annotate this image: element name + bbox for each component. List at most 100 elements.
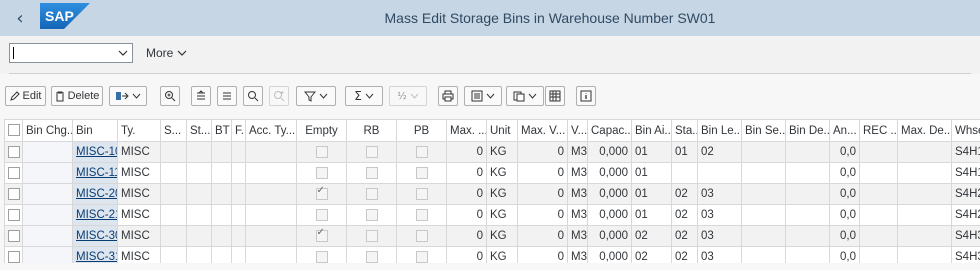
sort-descending-icon [223,92,231,100]
bin-depth-cell [785,183,830,205]
bin-section-cell [741,141,786,163]
column-header[interactable]: An... [829,119,860,142]
sort-ascending-button[interactable] [191,86,211,106]
column-header[interactable]: Bin Chg... [22,119,73,142]
unit-cell: KG [486,162,518,184]
subtotal-menu-button[interactable]: ½ [389,86,427,106]
row-select-checkbox[interactable] [4,162,23,184]
bin-link-text[interactable]: MISC-11 [76,167,117,179]
column-header[interactable]: Empty [296,119,347,142]
checkbox[interactable] [7,250,20,263]
bin-link[interactable]: MISC-21 [72,204,118,226]
warehouse-zone-cell: S4H3 [951,246,980,263]
row-select-checkbox[interactable] [4,246,23,263]
bin-link-text[interactable]: MISC-20 [76,188,117,200]
row-select-checkbox[interactable] [4,141,23,163]
bin-link[interactable]: MISC-10 [72,141,118,163]
column-header[interactable]: BT [211,119,232,142]
max-weight-cell: 0 [446,246,487,263]
bin-section-cell [741,162,786,184]
column-header[interactable]: PB [396,119,447,142]
edit-button[interactable]: Edit [5,86,46,106]
an-cell: 0,0 [829,162,860,184]
table-row[interactable]: MISC-10MISC0KG0M30,0000101020,0S4H1 [4,141,980,163]
column-header[interactable]: Acc. Ty... [245,119,297,142]
cell [211,246,232,263]
column-header[interactable]: Max. De... [897,119,952,142]
column-header[interactable]: Capac... [587,119,632,142]
rb-checkbox [346,225,397,247]
chevron-down-icon [319,93,328,99]
variant-select[interactable] [9,43,133,63]
total-menu-button[interactable]: Σ [345,86,383,106]
column-header[interactable]: Max. V... [517,119,568,142]
delete-button[interactable]: Delete [51,86,103,106]
column-header[interactable]: Bin Se... [741,119,786,142]
select-all-checkbox[interactable] [4,119,23,142]
max-depth-cell [897,204,952,226]
bin-link[interactable]: MISC-31 [72,246,118,263]
row-select-checkbox[interactable] [4,183,23,205]
info-button[interactable] [576,86,596,106]
column-header[interactable]: Ty. [117,119,161,142]
column-header[interactable]: REC ... [859,119,898,142]
column-header[interactable]: Whse Zo... [951,119,980,142]
info-icon [580,90,592,102]
column-header[interactable]: Bin [72,119,118,142]
warehouse-zone-cell: S4H1 [951,141,980,163]
bin-link[interactable]: MISC-20 [72,183,118,205]
row-select-checkbox[interactable] [4,225,23,247]
row-select-checkbox[interactable] [4,204,23,226]
bin-link-text[interactable]: MISC-31 [76,251,117,263]
table-row[interactable]: MISC-30MISC0KG0M30,0000202030,0S4H3 [4,225,980,247]
print-button[interactable] [438,86,458,106]
checkbox[interactable] [7,208,20,221]
layout-button[interactable] [545,86,565,106]
table-row[interactable]: MISC-31MISC0KG0M30,0000202030,0S4H3 [4,246,980,263]
column-header[interactable]: St... [186,119,212,142]
zoom-button[interactable] [160,86,180,106]
checkbox[interactable] [7,166,20,179]
bin-aisle-cell: 01 [631,162,672,184]
find-next-button[interactable] [269,86,289,106]
export-menu-button[interactable] [506,86,544,106]
bin-depth-cell [785,225,830,247]
more-button[interactable]: More [146,46,187,60]
more-label: More [146,46,174,60]
sort-descending-button[interactable] [217,86,237,106]
column-header[interactable]: Sta... [671,119,698,142]
warehouse-zone-cell: S4H3 [951,225,980,247]
bin-link[interactable]: MISC-30 [72,225,118,247]
filter-menu-button[interactable] [296,86,336,106]
column-header[interactable]: Bin De... [785,119,830,142]
column-header[interactable]: Bin Ai... [631,119,672,142]
transfer-menu-button[interactable] [109,86,147,106]
column-header[interactable]: Bin Le... [697,119,742,142]
bin-link-text[interactable]: MISC-30 [76,230,117,242]
views-menu-button[interactable] [464,86,502,106]
max-weight-cell: 0 [446,162,487,184]
column-header[interactable]: Unit [486,119,518,142]
find-button[interactable] [243,86,263,106]
table-header-row: Bin Chg... Bin Ty. S... St... BT F... Ac… [4,119,980,142]
bin-link-text[interactable]: MISC-21 [76,209,117,221]
table-row[interactable]: MISC-20MISC0KG0M30,0000102030,0S4H2 [4,183,980,205]
column-header[interactable]: S... [160,119,187,142]
chevron-down-icon [365,93,374,99]
bin-section-cell [741,246,786,263]
table-row[interactable]: MISC-21MISC0KG0M30,0000102030,0S4H2 [4,204,980,226]
unit-cell: KG [486,225,518,247]
checkbox[interactable] [7,229,20,242]
checkbox[interactable] [7,187,20,200]
column-header[interactable]: F... [231,119,246,142]
checkbox[interactable] [7,145,20,158]
column-header[interactable]: V... [567,119,588,142]
bin-link[interactable]: MISC-11 [72,162,118,184]
delete-button-label: Delete [67,90,100,102]
column-header[interactable]: RB [346,119,397,142]
max-volume-cell: 0 [517,225,568,247]
bin-section-cell [741,183,786,205]
column-header[interactable]: Max. ... [446,119,487,142]
bin-link-text[interactable]: MISC-10 [76,146,117,158]
table-row[interactable]: MISC-11MISC0KG0M30,000010,0S4H1 [4,162,980,184]
